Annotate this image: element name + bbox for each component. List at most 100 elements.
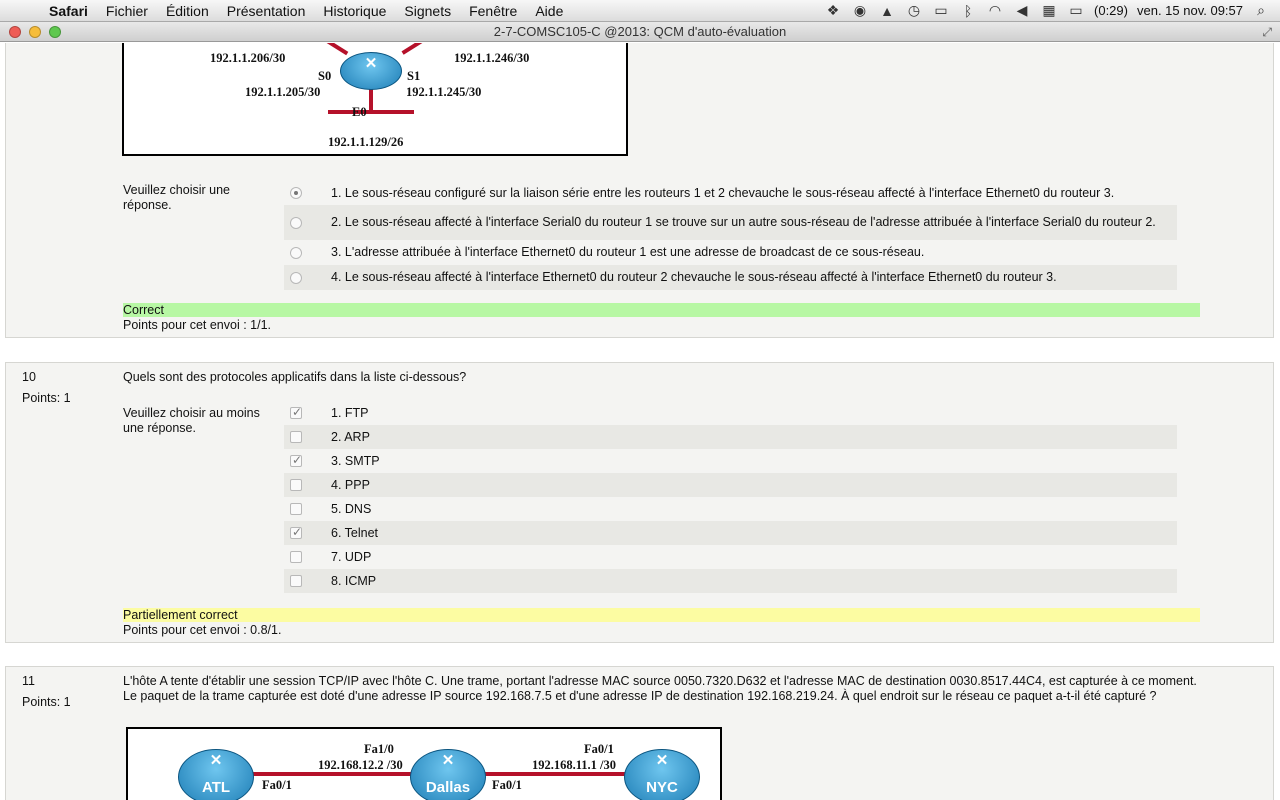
ip-s0: 192.1.1.205/30: [245, 85, 321, 99]
points-earned: Points pour cet envoi : 0.8/1.: [123, 623, 282, 637]
question-9: 192.1.1.206/30 192.1.1.246/30 S0 S1 192.…: [5, 43, 1274, 338]
checkbox[interactable]: [290, 575, 302, 587]
option-text: 3. SMTP: [331, 453, 380, 468]
router-icon: [340, 52, 402, 90]
question-number: 11: [22, 674, 35, 688]
router-dallas-label: Dallas: [425, 779, 471, 796]
option-text: 6. Telnet: [331, 525, 379, 540]
radio-button[interactable]: [290, 216, 302, 229]
option-text: 5. DNS: [331, 501, 372, 516]
option-text: 7. UDP: [331, 549, 372, 564]
ethernet-segment: [328, 110, 414, 114]
zoom-icon[interactable]: [49, 25, 61, 38]
ip-dallas-right: 192.168.11.1 /30: [532, 758, 617, 772]
option-3[interactable]: 3. L'adresse attribuée à l'interface Eth…: [284, 240, 1177, 265]
input-menu-icon[interactable]: ▦: [1040, 2, 1058, 19]
question-text: Quels sont des protocoles applicatifs da…: [123, 370, 467, 384]
question-text: L'hôte A tente d'établir une session TCP…: [123, 674, 1197, 703]
option-text: 2. Le sous-réseau affecté à l'interface …: [331, 215, 1156, 229]
points-earned: Points pour cet envoi : 1/1.: [123, 318, 272, 332]
ip-s1: 192.1.1.245/30: [406, 85, 482, 99]
menu-safari[interactable]: Safari: [40, 3, 97, 19]
option-2[interactable]: 2. Le sous-réseau affecté à l'interface …: [284, 205, 1177, 240]
menu-bar: Safari Fichier Édition Présentation Hist…: [0, 0, 1280, 22]
checkbox[interactable]: [290, 453, 302, 467]
option-smtp[interactable]: 3. SMTP: [284, 449, 1177, 473]
window-titlebar: 2-7-COMSC105-C @2013: QCM d'auto-évaluat…: [0, 22, 1280, 42]
option-1[interactable]: 1. Le sous-réseau configuré sur la liais…: [284, 181, 1177, 205]
option-ftp[interactable]: 1. FTP: [284, 401, 1177, 425]
time-machine-icon[interactable]: ◷: [905, 2, 923, 19]
bluetooth-icon[interactable]: ᛒ: [959, 3, 977, 19]
question-points: Points: 1: [22, 391, 71, 405]
answer-options: 1. Le sous-réseau configuré sur la liais…: [284, 181, 1177, 290]
label-s1: S1: [407, 69, 421, 83]
router-nyc-label: NYC: [646, 779, 678, 796]
option-4[interactable]: 4. Le sous-réseau affecté à l'interface …: [284, 265, 1177, 290]
label-s0: S0: [318, 69, 332, 83]
volume-icon[interactable]: ◀: [1013, 2, 1031, 19]
checkbox[interactable]: [290, 405, 302, 419]
menu-historique[interactable]: Historique: [314, 3, 395, 19]
checkbox[interactable]: [290, 479, 302, 491]
fullscreen-icon[interactable]: ⤢: [1262, 25, 1272, 40]
serial-link-right: [401, 43, 433, 55]
answer-options: 1. FTP 2. ARP 3. SMTP 4. PPP 5. DNS 6. T…: [284, 401, 1177, 593]
option-text: 4. Le sous-réseau affecté à l'interface …: [331, 270, 1057, 284]
label-e0: E0: [352, 105, 367, 119]
clock[interactable]: ven. 15 nov. 09:57: [1137, 3, 1243, 18]
network-diagram-1: 192.1.1.206/30 192.1.1.246/30 S0 S1 192.…: [122, 43, 628, 156]
close-icon[interactable]: [9, 25, 21, 38]
option-text: 1. Le sous-réseau configuré sur la liais…: [331, 185, 1115, 200]
router-atl-label: ATL: [201, 779, 231, 796]
option-text: 2. ARP: [331, 429, 370, 444]
option-text: 8. ICMP: [331, 573, 377, 588]
page-content: 192.1.1.206/30 192.1.1.246/30 S0 S1 192.…: [0, 43, 1280, 800]
sync-icon[interactable]: ◉: [851, 2, 869, 19]
option-icmp[interactable]: 8. ICMP: [284, 569, 1177, 593]
dallas-fa10: Fa1/0: [364, 742, 394, 756]
radio-button[interactable]: [290, 187, 302, 199]
radio-button[interactable]: [290, 271, 302, 284]
ip-e0: 192.1.1.129/26: [328, 135, 404, 149]
option-telnet[interactable]: 6. Telnet: [284, 521, 1177, 545]
option-text: 1. FTP: [331, 405, 369, 420]
menu-aide[interactable]: Aide: [526, 3, 572, 19]
network-diagram-2: ATL Dallas NYC Fa1/0 192.168.12.2 /30 Fa…: [126, 727, 722, 800]
question-10: 10 Points: 1 Quels sont des protocoles a…: [5, 362, 1274, 643]
menu-edition[interactable]: Édition: [157, 3, 218, 19]
answer-prompt: Veuillez choisir au moins une réponse.: [123, 406, 260, 435]
option-text: 4. PPP: [331, 477, 370, 492]
checkbox[interactable]: [290, 525, 302, 539]
menu-signets[interactable]: Signets: [395, 3, 460, 19]
battery-time[interactable]: (0:29): [1094, 3, 1128, 18]
menu-fenetre[interactable]: Fenêtre: [460, 3, 526, 19]
question-11: 11 Points: 1 L'hôte A tente d'établir un…: [5, 666, 1274, 800]
lock-icon[interactable]: ▲: [878, 3, 896, 19]
answer-prompt: Veuillez choisir une réponse.: [123, 183, 231, 212]
option-arp[interactable]: 2. ARP: [284, 425, 1177, 449]
option-ppp[interactable]: 4. PPP: [284, 473, 1177, 497]
checkbox[interactable]: [290, 551, 302, 563]
wifi-icon[interactable]: ◠: [986, 2, 1004, 19]
battery-icon[interactable]: ▭: [1067, 2, 1085, 19]
menu-presentation[interactable]: Présentation: [218, 3, 315, 19]
spotlight-icon[interactable]: ⌕: [1252, 2, 1270, 19]
checkbox[interactable]: [290, 431, 302, 443]
dallas-fa01: Fa0/1: [492, 778, 522, 792]
dropbox-icon[interactable]: ❖: [824, 2, 842, 19]
minimize-icon[interactable]: [29, 25, 41, 38]
dallas-fa00: Fa0/1: [584, 742, 614, 756]
window-title: 2-7-COMSC105-C @2013: QCM d'auto-évaluat…: [493, 24, 787, 39]
menu-fichier[interactable]: Fichier: [97, 3, 157, 19]
question-points: Points: 1: [22, 695, 71, 709]
atl-fa01: Fa0/1: [262, 778, 292, 792]
display-icon[interactable]: ▭: [932, 2, 950, 19]
ip-s1-net: 192.1.1.246/30: [454, 51, 530, 65]
radio-button[interactable]: [290, 246, 302, 259]
option-dns[interactable]: 5. DNS: [284, 497, 1177, 521]
checkbox[interactable]: [290, 503, 302, 515]
feedback-partial: Partiellement correct: [123, 608, 1200, 622]
option-udp[interactable]: 7. UDP: [284, 545, 1177, 569]
option-text: 3. L'adresse attribuée à l'interface Eth…: [331, 245, 925, 259]
